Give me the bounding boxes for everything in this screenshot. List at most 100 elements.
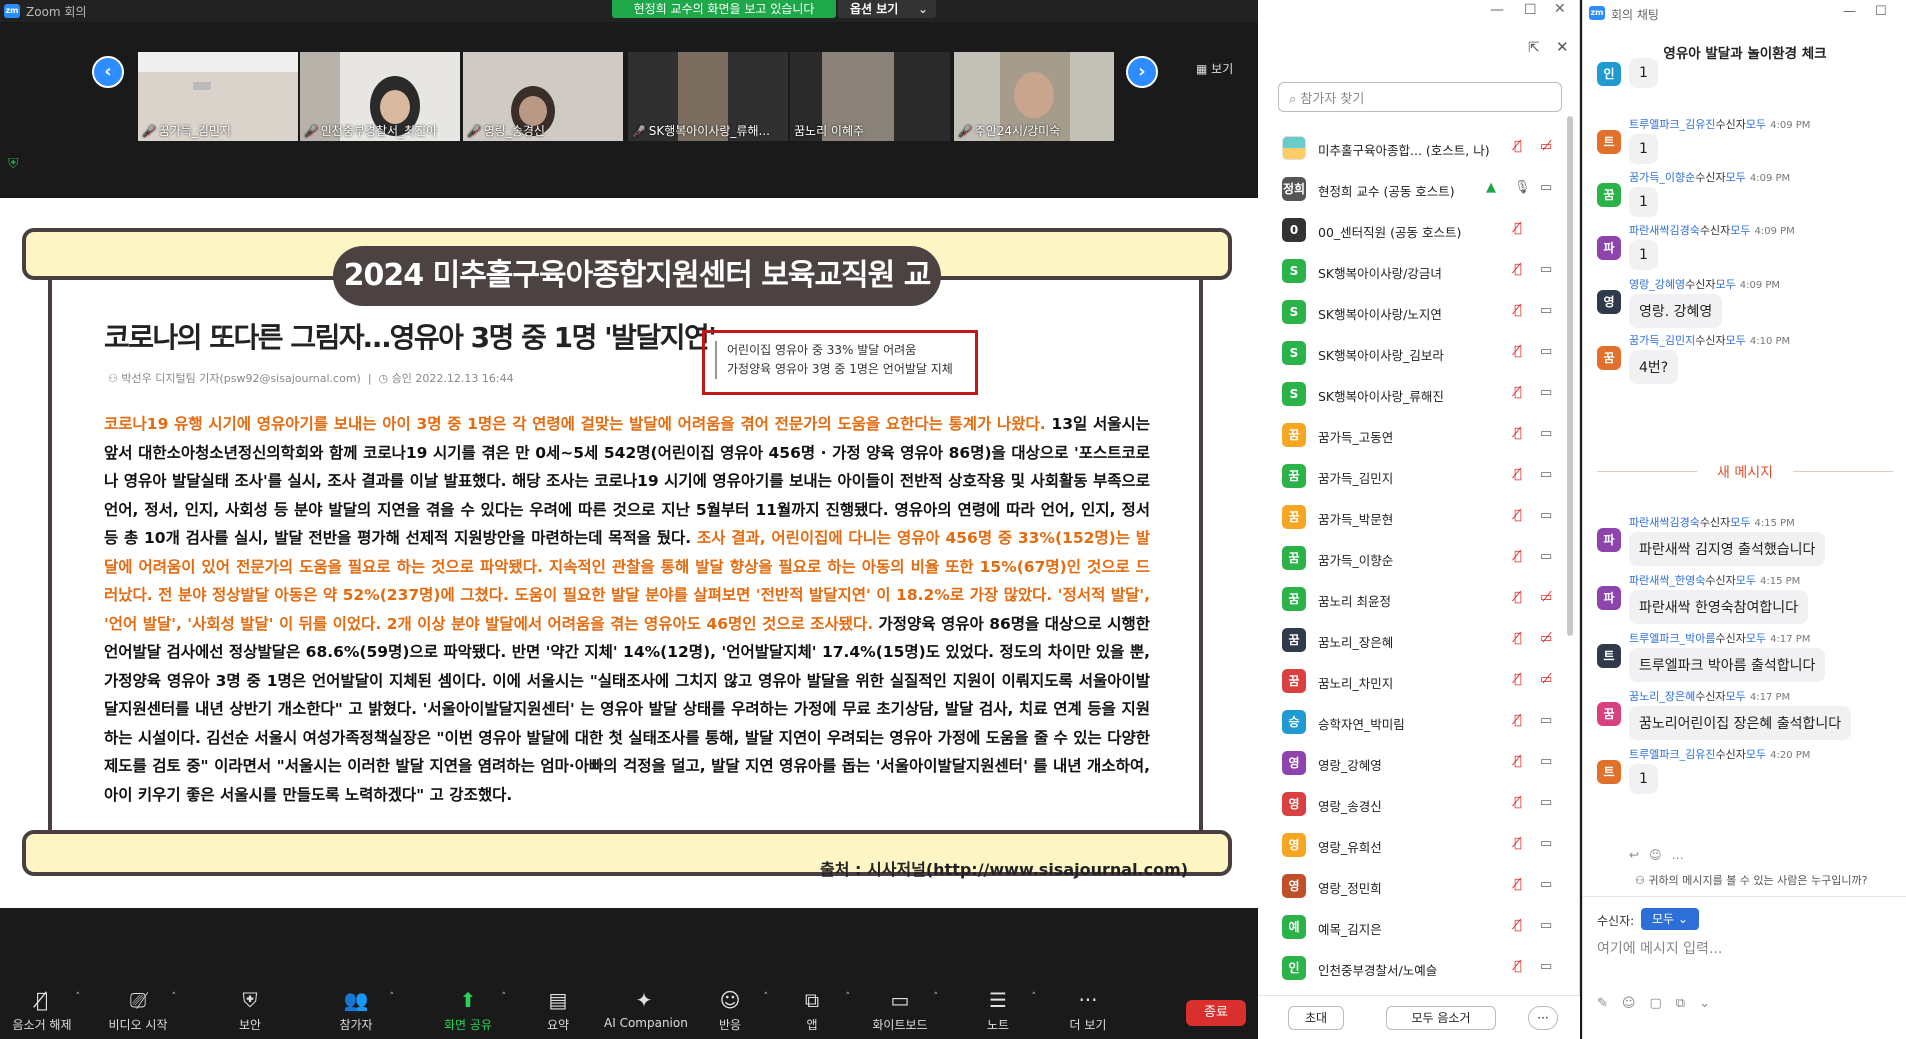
add-reaction-icon[interactable]: ☺ xyxy=(1649,848,1672,862)
participant-search-input[interactable]: ⌕ 참가자 찾기 xyxy=(1278,82,1562,112)
maximize-icon[interactable]: ☐ xyxy=(1524,2,1537,18)
video-tile[interactable]: 🎤̸ SK행복아이사랑_류해... xyxy=(628,52,788,141)
more-icon[interactable]: … xyxy=(1672,848,1694,862)
participant-row[interactable]: 정희 현정희 교수 (공동 호스트) ▲ 🎙 ▭ xyxy=(1258,169,1574,210)
sender-name[interactable]: 트루엘파크_김유진 xyxy=(1629,748,1715,761)
participants-button[interactable]: 👥 참가자 ˄ xyxy=(316,988,396,1033)
participant-row[interactable]: S SK행복아이사랑/강금녀 🎙̸ ▭ xyxy=(1258,251,1574,292)
video-off-icon[interactable]: ▭̸ xyxy=(1540,139,1552,154)
close-panel-icon[interactable]: ✕ xyxy=(1556,38,1569,56)
participant-row[interactable]: 예 예목_김지은 🎙̸ ▭ xyxy=(1258,907,1574,948)
video-off-icon[interactable]: ▭̸ xyxy=(1540,631,1552,646)
popout-icon[interactable]: ⇱ xyxy=(1528,40,1540,56)
apps-button[interactable]: ⧉ 앱 ˄ xyxy=(772,988,852,1033)
video-icon[interactable]: ▭ xyxy=(1540,795,1552,810)
video-icon[interactable]: ▭ xyxy=(1540,385,1552,400)
video-tile[interactable]: 🎤̸ 주안24시/강미숙 xyxy=(954,52,1114,141)
chevron-up-icon[interactable]: ˄ xyxy=(934,992,939,1002)
chevron-down-icon[interactable]: ⌄ xyxy=(1699,996,1724,1011)
participant-row[interactable]: 꿈 꿈노리_차민지 🎙̸ ▭̸ xyxy=(1258,661,1574,702)
participant-row[interactable]: 승 승학자연_박미림 🎙̸ ▭ xyxy=(1258,702,1574,743)
reactions-button[interactable]: ☺ 반응 ˄ xyxy=(690,988,770,1033)
sender-name[interactable]: 영랑_강혜영 xyxy=(1629,278,1685,291)
more-button[interactable]: ··· 더 보기 xyxy=(1048,988,1128,1033)
view-button[interactable]: ▦ 보기 xyxy=(1196,60,1233,77)
visibility-info-link[interactable]: ⚇ 귀하의 메시지를 볼 수 있는 사람은 누구입니까? xyxy=(1635,872,1867,888)
mic-muted-icon[interactable]: 🎙̸ xyxy=(1514,262,1522,277)
video-icon[interactable]: ▭ xyxy=(1540,426,1552,441)
participant-row[interactable]: 영 영랑_송경신 🎙̸ ▭ xyxy=(1258,784,1574,825)
video-icon[interactable]: ▭ xyxy=(1540,303,1552,318)
chevron-up-icon[interactable]: ˄ xyxy=(390,992,395,1002)
whiteboard-button[interactable]: ▭ 화이트보드 ˄ xyxy=(860,988,940,1033)
recipient-select[interactable]: 모두 ⌄ xyxy=(1641,908,1699,930)
video-button[interactable]: ⎚̸ 비디오 시작 ˄ xyxy=(98,988,178,1033)
video-icon[interactable]: ▭ xyxy=(1540,713,1552,728)
mic-muted-icon[interactable]: 🎙̸ xyxy=(1514,344,1522,359)
mute-all-button[interactable]: 모두 음소거 xyxy=(1386,1006,1496,1030)
sender-name[interactable]: 파란새싹김경숙 xyxy=(1629,516,1700,529)
video-icon[interactable]: ▭ xyxy=(1540,262,1552,277)
summary-button[interactable]: ▤ 요약 xyxy=(518,988,598,1033)
participant-row[interactable]: S SK행복아이사랑/노지연 🎙̸ ▭ xyxy=(1258,292,1574,333)
sender-name[interactable]: 꿈가득_김민지 xyxy=(1629,334,1695,347)
sender-name[interactable]: 꿈노리_장은혜 xyxy=(1629,690,1695,703)
video-tile[interactable]: 🎤̸ 영랑_송경신 xyxy=(463,52,623,141)
participant-row[interactable]: 영 영랑_강혜영 🎙̸ ▭ xyxy=(1258,743,1574,784)
chevron-up-icon[interactable]: ˄ xyxy=(172,992,177,1002)
mic-muted-icon[interactable]: 🎙̸ xyxy=(1514,754,1522,769)
participant-row[interactable]: 꿈 꿈노리 최윤정 🎙̸ ▭̸ xyxy=(1258,579,1574,620)
video-tile[interactable]: 🎤̸ 인천중부경찰서_최진아 xyxy=(300,52,460,141)
security-button[interactable]: ⛨ 보안 xyxy=(210,988,290,1033)
chevron-up-icon[interactable]: ˄ xyxy=(764,992,769,1002)
participant-list-scrollbar[interactable] xyxy=(1567,116,1573,636)
video-off-icon[interactable]: ▭̸ xyxy=(1540,590,1552,605)
chevron-up-icon[interactable]: ˄ xyxy=(846,992,851,1002)
participant-row[interactable]: 인 인천중부경찰서/노예슬 🎙̸ ▭ xyxy=(1258,948,1574,989)
mic-muted-icon[interactable]: 🎙̸ xyxy=(1514,590,1522,605)
participant-row[interactable]: 꿈 꿈가득_박문현 🎙̸ ▭ xyxy=(1258,497,1574,538)
minimize-icon[interactable]: — xyxy=(1490,2,1504,18)
participant-row[interactable]: 꿈 꿈가득_고동연 🎙̸ ▭ xyxy=(1258,415,1574,456)
mic-muted-icon[interactable]: 🎙̸ xyxy=(1514,672,1522,687)
chat-message-input[interactable]: 여기에 메시지 입력... xyxy=(1597,938,1893,958)
participant-row[interactable]: 영 영랑_유희선 🎙̸ ▭ xyxy=(1258,825,1574,866)
video-icon[interactable]: ▭ xyxy=(1540,467,1552,482)
mic-muted-icon[interactable]: 🎙̸ xyxy=(1514,467,1522,482)
video-icon[interactable]: ▭ xyxy=(1540,918,1552,933)
view-options-button[interactable]: 옵션 보기 ⌄ xyxy=(838,0,936,18)
next-page-button[interactable]: › xyxy=(1126,56,1158,88)
file-icon[interactable]: ▢ xyxy=(1649,996,1675,1011)
share-screen-button[interactable]: ⬆ 화면 공유 ˄ xyxy=(428,988,508,1033)
mic-muted-icon[interactable]: 🎙̸ xyxy=(1514,426,1522,441)
mic-muted-icon[interactable]: 🎙̸ xyxy=(1514,877,1522,892)
emoji-icon[interactable]: ☺ xyxy=(1622,996,1650,1011)
mic-muted-icon[interactable]: 🎙̸ xyxy=(1514,713,1522,728)
sender-name[interactable]: 트루엘파크_김유진 xyxy=(1629,118,1715,131)
mic-muted-icon[interactable]: 🎙̸ xyxy=(1514,549,1522,564)
participant-row[interactable]: 꿈 꿈가득_김민지 🎙̸ ▭ xyxy=(1258,456,1574,497)
more-options-button[interactable]: ··· xyxy=(1528,1006,1558,1030)
video-icon[interactable]: ▭ xyxy=(1540,836,1552,851)
video-icon[interactable]: ▭ xyxy=(1540,508,1552,523)
prev-page-button[interactable]: ‹ xyxy=(92,56,124,88)
participant-row[interactable]: S SK행복아이사랑_김보라 🎙̸ ▭ xyxy=(1258,333,1574,374)
screenshot-icon[interactable]: ⧉ xyxy=(1676,996,1699,1011)
encryption-shield-icon[interactable]: ⛨ xyxy=(8,156,24,174)
video-icon[interactable]: ▭ xyxy=(1540,180,1552,195)
mic-muted-icon[interactable]: 🎙̸ xyxy=(1514,918,1522,933)
mic-muted-icon[interactable]: 🎙̸ xyxy=(1514,303,1522,318)
reply-icon[interactable]: ↩ xyxy=(1629,848,1649,862)
mic-muted-icon[interactable]: 🎙̸ xyxy=(1514,139,1522,154)
video-off-icon[interactable]: ▭̸ xyxy=(1540,672,1552,687)
chevron-up-icon[interactable]: ˄ xyxy=(76,992,81,1002)
participant-row[interactable]: 0 00_센터직원 (공동 호스트) 🎙̸ xyxy=(1258,210,1574,251)
participant-row[interactable]: 미추홀구육아종합... (호스트, 나) 🎙̸ ▭̸ xyxy=(1258,128,1574,169)
sender-name[interactable]: 꿈가득_이향순 xyxy=(1629,171,1695,184)
mic-muted-icon[interactable]: 🎙̸ xyxy=(1514,836,1522,851)
sender-name[interactable]: 파란새싹김경숙 xyxy=(1629,224,1700,237)
video-icon[interactable]: ▭ xyxy=(1540,754,1552,769)
video-icon[interactable]: ▭ xyxy=(1540,877,1552,892)
invite-button[interactable]: 초대 xyxy=(1288,1006,1344,1030)
mic-muted-icon[interactable]: 🎙̸ xyxy=(1514,385,1522,400)
